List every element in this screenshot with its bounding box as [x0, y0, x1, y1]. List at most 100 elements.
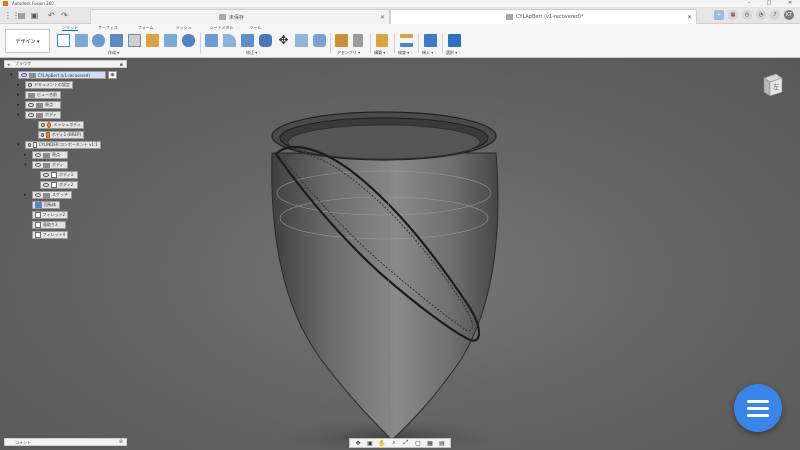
canvas-viewport[interactable] — [0, 58, 800, 450]
visibility-eye-icon[interactable] — [28, 83, 32, 87]
maximize-icon[interactable]: □ — [762, 0, 776, 7]
loft-icon[interactable] — [146, 34, 159, 47]
group-construct-label[interactable]: 構築 ▾ — [374, 50, 385, 56]
expand-arrow-icon[interactable]: ▸ — [24, 192, 27, 198]
browser-node-component-bodies[interactable]: ▾ ボディ — [24, 161, 68, 169]
tab-close-icon[interactable]: ✕ — [380, 14, 385, 21]
job-status-icon[interactable]: ◷ — [742, 10, 752, 20]
expand-arrow-icon[interactable]: ▾ — [10, 72, 13, 78]
browser-node-box[interactable]: ビュー名前 — [25, 91, 61, 99]
grid-icon[interactable]: ▦ — [426, 440, 434, 447]
browser-node-box[interactable]: ドキュメントの設定 — [25, 81, 73, 89]
select-icon[interactable] — [448, 34, 461, 47]
group-inspect-label[interactable]: 検査 ▾ — [398, 50, 409, 56]
browser-node-box[interactable]: ボディ — [32, 161, 68, 169]
visibility-eye-icon[interactable] — [28, 143, 32, 147]
combine-icon[interactable] — [295, 34, 308, 47]
browser-node-chamfer3[interactable]: 面取り3 — [32, 221, 66, 229]
undo-icon[interactable]: ↶ — [47, 11, 56, 20]
visibility-eye-icon[interactable] — [41, 123, 46, 127]
fit-icon[interactable]: ⤢ — [402, 439, 410, 447]
browser-node-box[interactable]: ボディ1 (BREP) — [38, 131, 84, 139]
tab-close-icon[interactable]: ✕ — [687, 14, 692, 21]
extrude-icon[interactable] — [92, 34, 105, 47]
browser-node-revolve[interactable]: 回転体 — [32, 201, 60, 209]
workspace-switcher[interactable]: デザイン ▾ — [5, 29, 50, 53]
expand-arrow-icon[interactable]: ▾ — [17, 142, 20, 148]
new-tab-icon[interactable]: + — [714, 10, 724, 20]
shell-icon[interactable] — [259, 34, 272, 47]
browser-node-box[interactable]: 面取り3 — [32, 221, 66, 229]
browser-node-box[interactable]: フィレット2 — [32, 211, 68, 219]
browser-node-bodies[interactable]: ▾ ボディ — [17, 111, 61, 119]
expand-arrow-icon[interactable]: ▸ — [17, 102, 20, 108]
floating-menu-button[interactable] — [734, 384, 782, 432]
visibility-eye-icon[interactable] — [28, 113, 34, 117]
display-settings-icon[interactable]: ▢ — [414, 440, 422, 447]
expand-arrow-icon[interactable]: ▾ — [24, 162, 27, 168]
scale-icon[interactable] — [313, 34, 326, 47]
collapse-icon[interactable]: ◂ — [7, 62, 10, 68]
visibility-eye-icon[interactable] — [43, 183, 49, 187]
expand-arrow-icon[interactable]: ▸ — [17, 92, 20, 98]
browser-node-box[interactable]: スケッチ — [32, 191, 72, 199]
group-modify-label[interactable]: 修正 ▾ — [246, 50, 257, 56]
close-icon[interactable]: ✕ — [783, 0, 797, 7]
minimize-icon[interactable]: – — [742, 0, 756, 7]
zoom-icon[interactable]: ⌕ — [390, 439, 398, 447]
help-icon[interactable]: ? — [770, 10, 780, 20]
insert-image-icon[interactable] — [424, 34, 437, 47]
browser-panel-header[interactable]: ◂ ブラウザ ▪ — [4, 60, 127, 68]
add-comment-icon[interactable]: ⊕ — [119, 439, 123, 445]
browser-node-fillet2[interactable]: フィレット2 — [32, 211, 68, 219]
file-icon[interactable]: ▤ — [17, 11, 26, 20]
visibility-eye-icon[interactable] — [35, 193, 41, 197]
ribbon-tab-form[interactable]: フォーム — [138, 24, 154, 31]
extensions-icon[interactable]: ▦ — [728, 10, 738, 20]
rib-icon[interactable] — [164, 34, 177, 47]
browser-node-component[interactable]: ▾ CYLINDER:コンポーネント v1:1 — [17, 141, 101, 149]
browser-node-box[interactable]: ボディ2 — [40, 181, 78, 189]
group-insert-label[interactable]: 挿入 ▾ — [422, 50, 433, 56]
offset-plane-icon[interactable] — [376, 34, 388, 47]
redo-icon[interactable]: ↷ — [60, 11, 69, 20]
browser-node-box[interactable]: フィレット4 — [32, 231, 68, 239]
move-icon[interactable]: ✥ — [277, 34, 290, 47]
group-create-label[interactable]: 作成 ▾ — [108, 50, 119, 56]
browser-node-brep-body[interactable]: ボディ1 (BREP) — [38, 131, 84, 139]
browser-node-named-views[interactable]: ▸ ビュー名前 — [17, 91, 61, 99]
browser-node-root[interactable]: ▾ CYLApBert (v1-recovered) — [10, 71, 106, 79]
ribbon-tab-solid[interactable]: ソリッド — [62, 24, 78, 31]
create-sketch-icon[interactable] — [75, 34, 88, 47]
browser-node-box[interactable]: ボディ — [25, 111, 61, 119]
visibility-eye-icon[interactable] — [28, 103, 34, 107]
browser-node-document-settings[interactable]: ▸ ドキュメントの設定 — [17, 81, 73, 89]
group-assemble-label[interactable]: アセンブリ ▾ — [337, 50, 360, 56]
visibility-eye-icon[interactable] — [35, 163, 41, 167]
viewports-icon[interactable]: ▤ — [438, 440, 446, 447]
new-component-assemble-icon[interactable] — [335, 34, 348, 47]
expand-arrow-icon[interactable]: ▸ — [17, 82, 20, 88]
comments-panel[interactable]: コメント ⊕ — [4, 438, 127, 446]
group-select-label[interactable]: 選択 ▾ — [446, 50, 457, 56]
chamfer-icon[interactable] — [241, 34, 254, 47]
browser-node-box[interactable]: CYLApBert (v1-recovered) — [18, 71, 106, 79]
notifications-icon[interactable]: ◔ — [756, 10, 766, 20]
expand-arrow-icon[interactable]: ▸ — [24, 152, 27, 158]
hole-icon[interactable] — [182, 34, 195, 47]
fillet-icon[interactable] — [223, 34, 236, 47]
browser-node-component-origin[interactable]: ▸ 原点 — [24, 151, 68, 159]
browser-node-fillet4[interactable]: フィレット4 — [32, 231, 68, 239]
press-pull-icon[interactable] — [205, 34, 218, 47]
visibility-eye-icon[interactable] — [21, 73, 27, 77]
sweep-icon[interactable] — [128, 34, 141, 47]
orbit-icon[interactable]: ✥ — [354, 440, 362, 447]
new-component-icon[interactable] — [57, 34, 70, 47]
measure-icon[interactable] — [400, 34, 413, 47]
avatar[interactable]: KT — [784, 10, 794, 20]
visibility-eye-icon[interactable] — [43, 173, 49, 177]
browser-node-box[interactable]: 原点 — [32, 151, 68, 159]
pan-icon[interactable]: ✋ — [378, 440, 386, 447]
browser-node-mesh-body[interactable]: メッシュボディ — [38, 121, 84, 129]
pin-icon[interactable]: ◉ — [108, 71, 117, 79]
